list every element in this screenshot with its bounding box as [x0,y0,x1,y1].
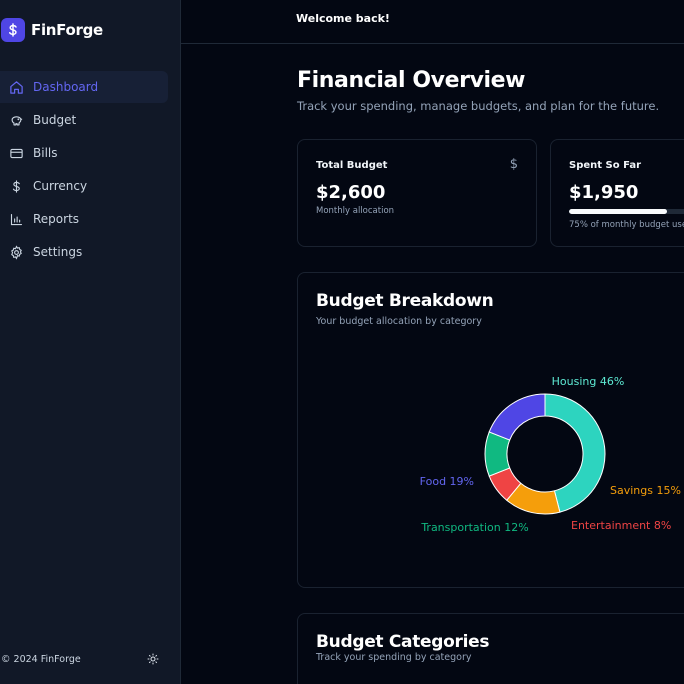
sidebar-item-reports[interactable]: Reports [0,203,168,235]
dollar-logo-icon [1,18,25,42]
sidebar-item-label: Bills [33,146,58,160]
stat-value: $1,950 [569,182,639,203]
gear-icon [9,244,24,260]
sidebar-item-dashboard[interactable]: Dashboard [0,71,168,103]
donut-label-housing: Housing 46% [552,375,625,388]
sidebar-item-label: Currency [33,179,88,193]
piggy-bank-icon [9,113,24,128]
stat-label: Total Budget [316,160,388,171]
stat-note: Monthly allocation [316,206,395,216]
sidebar-footer: © 2024 FinForge [0,652,181,666]
total-budget-card: Total Budget $ $2,600 Monthly allocation [297,139,537,247]
brand-name: FinForge [31,21,103,39]
home-icon [9,80,24,95]
dollar-icon: $ [509,157,518,172]
section-title: Budget Categories [316,632,490,652]
section-title: Budget Breakdown [316,291,494,311]
stat-label: Spent So Far [569,160,642,171]
top-header: Welcome back! [181,0,684,44]
progress-fill [569,209,667,214]
brand[interactable]: FinForge [0,18,103,42]
page-title: Financial Overview [297,68,526,93]
sidebar-nav: Dashboard Budget Bills Currency Reports [0,71,168,269]
copyright: © 2024 FinForge [1,653,81,665]
sidebar-item-label: Dashboard [33,80,99,94]
budget-breakdown-card: Housing 46% Savings 15% Entertainment 8% Tr… [297,272,684,588]
budget-categories-card: Budget Categories Track your spending by… [297,613,684,684]
stat-value: $2,600 [316,182,386,203]
sidebar-item-label: Settings [33,245,83,259]
donut-label-food: Food 19% [420,475,474,488]
bar-chart-icon [9,212,24,227]
section-subtitle: Track your spending by category [316,652,472,663]
donut-label-savings: Savings 15% [610,484,681,497]
sidebar-item-label: Budget [33,113,77,127]
budget-progress-bar [569,209,684,214]
section-subtitle: Your budget allocation by category [316,316,482,327]
sidebar-item-budget[interactable]: Budget [0,104,168,136]
stat-note: 75% of monthly budget used [569,220,684,230]
sidebar-item-currency[interactable]: Currency [0,170,168,202]
donut-slice-food[interactable] [488,393,546,441]
donut-label-entertainment: Entertainment 8% [571,519,671,532]
spent-so-far-card: Spent So Far $1,950 75% of monthly budge… [550,139,684,247]
sidebar-item-bills[interactable]: Bills [0,137,168,169]
page-subtitle: Track your spending, manage budgets, and… [297,99,660,113]
sidebar: FinForge Dashboard Budget Bills Currency [0,0,181,684]
credit-card-icon [9,146,24,161]
dollar-icon [9,179,24,194]
donut-label-transportation: Transportation 12% [420,521,528,534]
welcome-message: Welcome back! [296,12,390,25]
sidebar-item-label: Reports [33,212,80,226]
sun-icon[interactable] [146,652,160,666]
sidebar-item-settings[interactable]: Settings [0,236,168,268]
